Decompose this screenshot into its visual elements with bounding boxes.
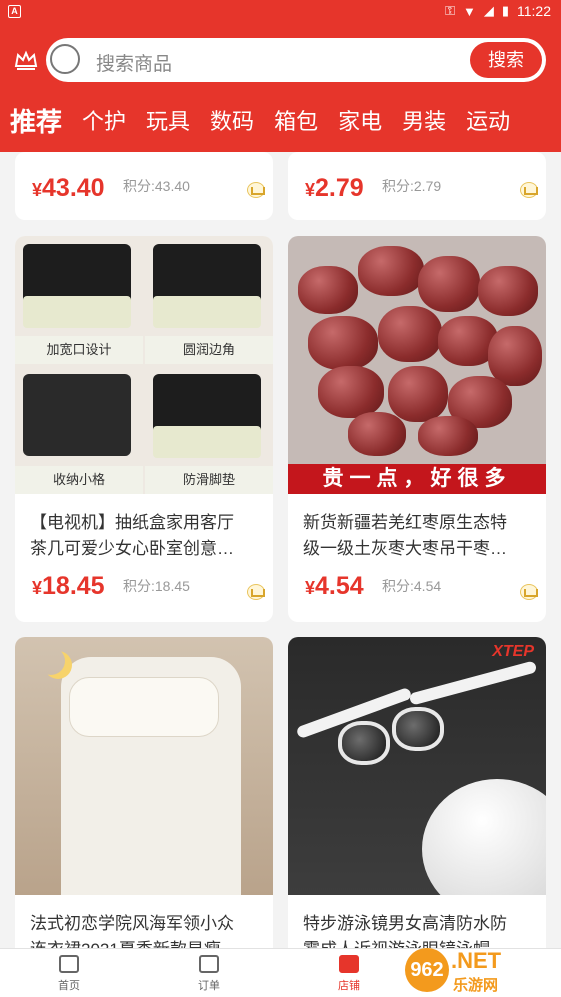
points-badge-icon xyxy=(247,182,265,198)
nav-orders[interactable]: 订单 xyxy=(174,955,244,993)
product-card[interactable]: ¥2.79 积分:2.79 xyxy=(288,152,546,220)
signal-icon: ◢ xyxy=(483,3,494,18)
search-button[interactable]: 搜索 xyxy=(470,42,542,78)
tab-recommend[interactable]: 推荐 xyxy=(0,102,72,139)
order-icon xyxy=(199,955,219,973)
tab-appliances[interactable]: 家电 xyxy=(328,104,392,136)
crown-icon[interactable] xyxy=(14,50,38,70)
product-card[interactable]: 法式初恋学院风海军领小众 连衣裙2021夏季新款显瘦… xyxy=(15,637,273,967)
battery-icon: ▮ xyxy=(501,3,509,18)
product-image: 加宽口设计 圆润边角 收纳小格 防滑脚垫 xyxy=(15,236,273,494)
tab-toys[interactable]: 玩具 xyxy=(136,104,200,136)
image-panel: 防滑脚垫 xyxy=(145,366,273,494)
search-icon xyxy=(50,44,80,74)
product-points: 积分:2.79 xyxy=(382,178,442,194)
product-image xyxy=(15,637,273,895)
image-panel: 收纳小格 xyxy=(15,366,143,494)
nav-shop[interactable]: 店铺 xyxy=(314,955,384,993)
product-price: ¥18.45 xyxy=(32,572,105,600)
tab-digital[interactable]: 数码 xyxy=(200,104,264,136)
app-notification-icon: A xyxy=(8,5,21,18)
app-header: 搜索商品 搜索 推荐 个护 玩具 数码 箱包 家电 男装 运动 xyxy=(0,24,561,152)
product-points: 积分:4.54 xyxy=(382,578,442,594)
product-card[interactable]: 加宽口设计 圆润边角 收纳小格 防滑脚垫 【电视机】抽纸盒家用客厅 茶几可爱少女… xyxy=(15,236,273,622)
clock: 11:22 xyxy=(517,3,551,19)
status-bar: A ⚿ ▼ ◢ ▮ 11:22 xyxy=(0,0,561,24)
home-icon xyxy=(59,955,79,973)
product-card[interactable]: ¥43.40 积分:43.40 xyxy=(15,152,273,220)
product-price: ¥4.54 xyxy=(305,572,364,600)
product-title: 【电视机】抽纸盒家用客厅 茶几可爱少女心卧室创意… xyxy=(30,513,234,558)
wifi-icon: ▼ xyxy=(462,3,476,19)
nav-home[interactable]: 首页 xyxy=(34,955,104,993)
search-bar[interactable]: 搜索商品 搜索 xyxy=(46,38,546,82)
shop-icon xyxy=(339,955,359,973)
image-panel: 加宽口设计 xyxy=(15,236,143,364)
moon-icon xyxy=(37,647,65,675)
search-input[interactable]: 搜索商品 xyxy=(96,49,172,76)
product-card[interactable]: XTEP 特步游泳镜男女高清防水防 雾成人近视游泳眼镜泳帽… xyxy=(288,637,546,967)
product-image: 贵一点，好很多 xyxy=(288,236,546,494)
points-badge-icon xyxy=(247,584,265,600)
product-points: 积分:43.40 xyxy=(123,178,190,194)
product-image: XTEP xyxy=(288,637,546,895)
points-badge-icon xyxy=(520,584,538,600)
category-tabs: 推荐 个护 玩具 数码 箱包 家电 男装 运动 xyxy=(0,100,561,140)
product-points: 积分:18.45 xyxy=(123,578,190,594)
tab-sports[interactable]: 运动 xyxy=(456,104,520,136)
image-banner: 贵一点，好很多 xyxy=(288,464,546,494)
tab-personal-care[interactable]: 个护 xyxy=(72,104,136,136)
product-price: ¥43.40 xyxy=(32,174,105,202)
image-panel: 圆润边角 xyxy=(145,236,273,364)
points-badge-icon xyxy=(520,182,538,198)
product-card[interactable]: 贵一点，好很多 新货新疆若羌红枣原生态特 级一级土灰枣大枣吊干枣… ¥4.54 … xyxy=(288,236,546,622)
watermark-logo: 962 .NET 乐游网 xyxy=(405,946,557,996)
product-price: ¥2.79 xyxy=(305,174,364,202)
key-icon: ⚿ xyxy=(445,3,455,18)
tab-menswear[interactable]: 男装 xyxy=(392,104,456,136)
product-title: 新货新疆若羌红枣原生态特 级一级土灰枣大枣吊干枣… xyxy=(303,513,507,558)
tab-bags[interactable]: 箱包 xyxy=(264,104,328,136)
brand-logo: XTEP xyxy=(492,643,534,660)
